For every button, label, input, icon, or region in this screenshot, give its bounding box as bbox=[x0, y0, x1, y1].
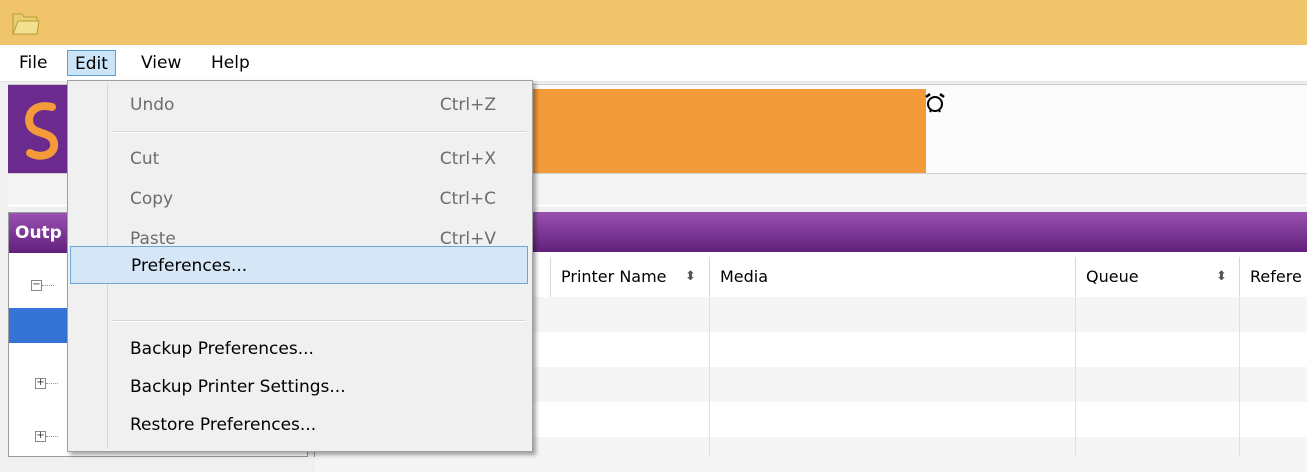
column-divider bbox=[1075, 297, 1076, 457]
sort-updown-icon: ⬍ bbox=[1216, 269, 1227, 284]
menu-item-backup-printer-settings[interactable]: Backup Printer Settings... bbox=[70, 368, 528, 406]
menu-item-backup-preferences[interactable]: Backup Preferences... bbox=[70, 330, 528, 368]
menu-bar: File Edit View Help bbox=[0, 45, 1307, 82]
column-media[interactable]: Media bbox=[709, 257, 1077, 297]
tree-connector bbox=[46, 436, 58, 438]
sort-updown-icon: ⬍ bbox=[685, 269, 696, 284]
edit-menu-dropdown: Undo Ctrl+Z Cut Ctrl+X Copy Ctrl+C Paste… bbox=[67, 80, 533, 452]
menu-help[interactable]: Help bbox=[204, 50, 257, 76]
column-queue[interactable]: Queue ⬍ bbox=[1075, 257, 1241, 297]
title-bar bbox=[0, 0, 1307, 45]
menu-separator bbox=[112, 131, 526, 133]
app-folder-icon[interactable] bbox=[10, 8, 40, 38]
alarm-clock-icon[interactable] bbox=[923, 91, 947, 115]
expand-icon[interactable]: + bbox=[35, 431, 46, 442]
menu-item-copy[interactable]: Copy Ctrl+C bbox=[70, 180, 528, 218]
column-reference[interactable]: Refere bbox=[1239, 257, 1307, 297]
tree-connector bbox=[46, 383, 58, 385]
column-printer-name[interactable]: Printer Name ⬍ bbox=[550, 257, 710, 297]
menu-item-cut[interactable]: Cut Ctrl+X bbox=[70, 140, 528, 178]
menu-item-preferences[interactable]: Preferences... bbox=[70, 246, 528, 284]
expand-icon[interactable]: + bbox=[35, 378, 46, 389]
menu-item-undo[interactable]: Undo Ctrl+Z bbox=[70, 86, 528, 124]
column-divider bbox=[709, 297, 710, 457]
menu-edit[interactable]: Edit bbox=[67, 50, 116, 76]
collapse-icon[interactable]: − bbox=[31, 280, 42, 291]
menu-separator bbox=[112, 320, 526, 322]
tree-connector bbox=[42, 285, 54, 287]
menu-file[interactable]: File bbox=[12, 50, 54, 76]
column-divider bbox=[1239, 297, 1240, 457]
menu-item-restore-preferences[interactable]: Restore Preferences... bbox=[70, 406, 528, 444]
menu-view[interactable]: View bbox=[134, 50, 188, 76]
